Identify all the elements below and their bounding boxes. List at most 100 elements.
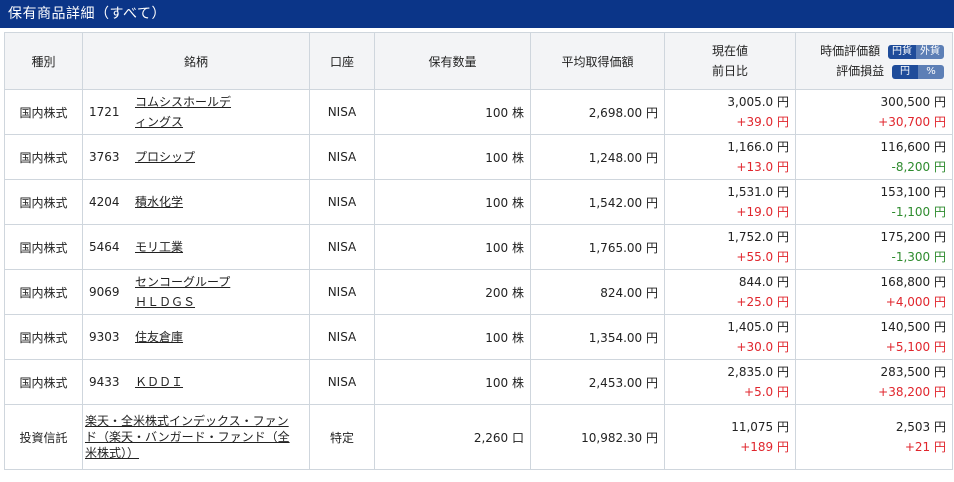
row-valuation: 283,500 円 [880, 365, 946, 379]
row-quantity: 100 株 [374, 314, 531, 360]
row-price-cell: 11,075 円 +189 円 [664, 404, 796, 470]
row-change: +30.0 円 [736, 340, 789, 354]
row-change: +5.0 円 [744, 385, 789, 399]
row-security: 5464 モリ工業 [82, 224, 310, 270]
row-price-cell: 2,835.0 円 +5.0 円 [664, 359, 796, 405]
security-name-line1: センコーグループ [135, 275, 231, 289]
row-type: 国内株式 [4, 224, 83, 270]
row-account: NISA [309, 359, 375, 405]
currency-toggle-foreign[interactable]: 外貨 [916, 44, 944, 59]
unit-toggle-yen[interactable]: 円 [892, 64, 918, 79]
security-code: 3763 [89, 150, 120, 164]
security-name-link[interactable]: 住友倉庫 [135, 328, 183, 347]
security-name-link[interactable]: モリ工業 [135, 238, 183, 257]
holdings-table: 種別 銘柄 口座 保有数量 平均取得価額 現在値 前日比 時価評価額 円貨 外貨… [4, 32, 953, 470]
row-price: 3,005.0 円 [727, 95, 789, 109]
row-price-cell: 844.0 円 +25.0 円 [664, 269, 796, 315]
table-row-fund: 投資信託 楽天・全米株式インデックス・ファン ド（楽天・バンガード・ファンド（全米… [4, 404, 953, 470]
security-name-line2: ＨＬＤＧＳ [135, 295, 196, 309]
row-change: +55.0 円 [736, 250, 789, 264]
security-name-link[interactable]: ＫＤＤＩ [135, 373, 183, 392]
pl-header-line: 評価損益 円 % [796, 61, 944, 81]
security-code: 9303 [89, 330, 120, 344]
fund-name-line3: 米株式）） [85, 446, 140, 460]
col-header-change-label: 前日比 [711, 64, 748, 78]
row-avg-cost: 1,542.00 円 [530, 179, 665, 225]
security-name-line1: コムシスホールデ [135, 95, 232, 109]
section-title-bar: 保有商品詳細（すべて） [0, 0, 954, 28]
table-row: 国内株式 3763 プロシップ NISA 100 株 1,248.00 円 1,1… [4, 134, 953, 180]
col-header-pl-label: 評価損益 [836, 64, 885, 78]
row-price-cell: 1,531.0 円 +19.0 円 [664, 179, 796, 225]
row-quantity: 100 株 [374, 134, 531, 180]
security-name-link[interactable]: センコーグループ ＨＬＤＧＳ [135, 272, 230, 312]
row-type: 国内株式 [4, 134, 83, 180]
row-pl: -1,300 円 [891, 250, 947, 264]
row-change: +39.0 円 [736, 115, 789, 129]
row-avg-cost: 1,765.00 円 [530, 224, 665, 270]
row-type: 国内株式 [4, 359, 83, 405]
row-price-cell: 1,752.0 円 +55.0 円 [664, 224, 796, 270]
row-price: 2,835.0 円 [727, 365, 789, 379]
row-account: NISA [309, 269, 375, 315]
col-header-valuation: 時価評価額 円貨 外貨 評価損益 円 % [795, 32, 953, 90]
col-header-avg-cost: 平均取得価額 [530, 32, 665, 90]
security-code: 5464 [89, 240, 120, 254]
row-valuation: 175,200 円 [880, 230, 946, 244]
row-type: 国内株式 [4, 89, 83, 135]
row-price-cell: 3,005.0 円 +39.0 円 [664, 89, 796, 135]
row-pl: -1,100 円 [891, 205, 947, 219]
row-security: 1721 コムシスホールデ ィングス [82, 89, 310, 135]
table-row: 国内株式 9069 センコーグループ ＨＬＤＧＳ NISA 200 株 824.00… [4, 269, 953, 315]
fund-name-link[interactable]: 楽天・全米株式インデックス・ファン ド（楽天・バンガード・ファンド（全 米株式）） [85, 413, 303, 461]
row-quantity: 100 株 [374, 359, 531, 405]
row-avg-cost: 2,453.00 円 [530, 359, 665, 405]
row-pl: +38,200 円 [878, 385, 946, 399]
row-account: NISA [309, 314, 375, 360]
row-pl: -8,200 円 [891, 160, 947, 174]
unit-toggle-percent[interactable]: % [918, 64, 944, 79]
row-valuation: 140,500 円 [880, 320, 946, 334]
row-avg-cost: 1,354.00 円 [530, 314, 665, 360]
security-code: 1721 [89, 105, 120, 119]
valuation-header-line: 時価評価額 円貨 外貨 [796, 41, 944, 61]
row-quantity: 100 株 [374, 179, 531, 225]
col-header-account: 口座 [309, 32, 375, 90]
security-name-link[interactable]: コムシスホールデ ィングス [135, 92, 231, 132]
col-header-type: 種別 [4, 32, 83, 90]
row-account: NISA [309, 134, 375, 180]
row-price: 1,752.0 円 [727, 230, 789, 244]
row-account: 特定 [309, 404, 375, 470]
currency-toggle-yen[interactable]: 円貨 [888, 44, 916, 59]
col-header-quantity: 保有数量 [374, 32, 531, 90]
row-quantity: 100 株 [374, 89, 531, 135]
col-header-price-label: 現在値 [711, 44, 748, 58]
row-price: 1,405.0 円 [727, 320, 789, 334]
row-avg-cost: 824.00 円 [530, 269, 665, 315]
security-code: 9433 [89, 375, 120, 389]
row-type: 国内株式 [4, 314, 83, 360]
row-account: NISA [309, 224, 375, 270]
row-pl: +30,700 円 [878, 115, 946, 129]
security-name-link[interactable]: 積水化学 [135, 193, 183, 212]
row-security: 楽天・全米株式インデックス・ファン ド（楽天・バンガード・ファンド（全 米株式）） [82, 404, 310, 470]
row-security: 9433 ＫＤＤＩ [82, 359, 310, 405]
table-row: 国内株式 5464 モリ工業 NISA 100 株 1,765.00 円 1,75… [4, 224, 953, 270]
row-avg-cost: 10,982.30 円 [530, 404, 665, 470]
row-type: 国内株式 [4, 269, 83, 315]
security-name-link[interactable]: プロシップ [135, 148, 195, 167]
col-header-valuation-label: 時価評価額 [820, 44, 881, 58]
security-name-line2: ィングス [135, 115, 184, 129]
row-price: 844.0 円 [738, 275, 789, 289]
row-valuation: 116,600 円 [880, 140, 946, 154]
unit-toggle: 円 % [892, 64, 944, 79]
row-pl: +4,000 円 [885, 295, 946, 309]
row-change: +189 円 [740, 440, 789, 454]
col-header-price: 現在値 前日比 [664, 32, 796, 90]
row-valuation-cell: 116,600 円 -8,200 円 [795, 134, 953, 180]
row-quantity: 100 株 [374, 224, 531, 270]
row-valuation-cell: 168,800 円 +4,000 円 [795, 269, 953, 315]
security-code: 9069 [89, 285, 120, 299]
col-header-name: 銘柄 [82, 32, 310, 90]
table-row: 国内株式 9433 ＫＤＤＩ NISA 100 株 2,453.00 円 2,83… [4, 359, 953, 405]
